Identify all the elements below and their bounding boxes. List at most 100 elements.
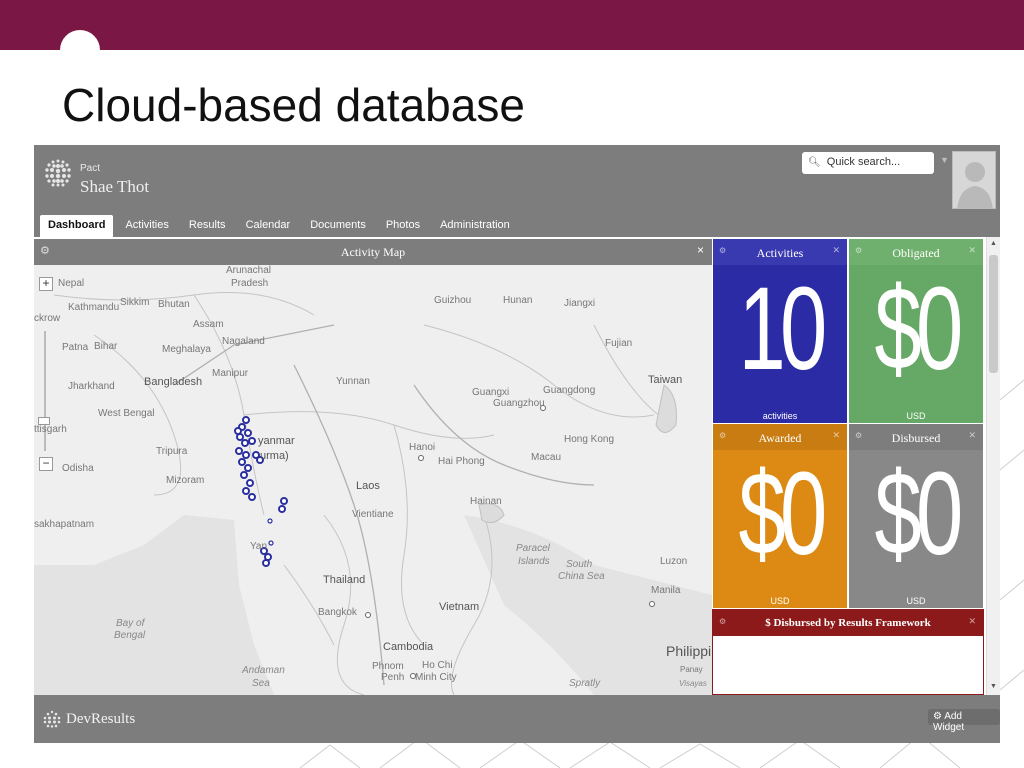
- map-zoom-in-button[interactable]: +: [39, 277, 53, 291]
- tab-administration[interactable]: Administration: [432, 215, 518, 237]
- map-label: Panay: [680, 665, 703, 674]
- globe-logo-icon: [45, 159, 71, 187]
- map-label: Arunachal: [226, 265, 272, 276]
- app-footer: DevResults ⚙ Add Widget: [34, 695, 1000, 743]
- map-label: urma): [260, 450, 289, 462]
- map-label: Bhutan: [158, 299, 190, 310]
- map-label: Hong Kong: [564, 434, 615, 445]
- footer-brand: DevResults: [66, 711, 136, 727]
- tab-photos[interactable]: Photos: [378, 215, 428, 237]
- user-avatar[interactable]: [952, 151, 996, 209]
- search-icon: 🔍︎: [808, 157, 821, 168]
- map-label: Hanoi: [409, 442, 436, 453]
- map-label: Bangkok: [318, 607, 357, 618]
- close-icon[interactable]: ✕: [968, 430, 976, 441]
- map-label: ttisgarh: [34, 424, 67, 435]
- tile-unit: USD: [906, 596, 926, 606]
- map-label: Jharkhand: [68, 381, 115, 392]
- close-icon[interactable]: ✕: [832, 245, 840, 256]
- map-label: Fujian: [605, 338, 633, 349]
- tile-value: 10: [738, 263, 827, 395]
- map-label: Odisha: [62, 463, 94, 474]
- map-label: South: [566, 559, 593, 570]
- map-label: Paracel: [516, 543, 550, 554]
- map-label: Penh: [381, 672, 405, 683]
- obligated-tile[interactable]: ⚙ Obligated ✕ $0 USD: [849, 239, 983, 423]
- slide-title: Cloud-based database: [62, 79, 525, 131]
- map-label: Manila: [651, 585, 681, 596]
- map-label: China Sea: [558, 571, 605, 582]
- tile-unit: USD: [906, 411, 926, 421]
- map-label: ckrow: [34, 313, 61, 324]
- activities-tile[interactable]: ⚙ Activities ✕ 10 activities: [713, 239, 847, 423]
- map-label: Kathmandu: [68, 302, 120, 313]
- scroll-down-arrow-icon[interactable]: ▼: [990, 683, 997, 690]
- map-zoom-out-button[interactable]: −: [39, 457, 53, 471]
- map-label: Bihar: [94, 341, 118, 352]
- map-label: Yunnan: [336, 376, 370, 387]
- map-label: Hainan: [470, 496, 502, 507]
- main-nav: Dashboard Activities Results Calendar Do…: [40, 215, 522, 237]
- add-widget-button[interactable]: ⚙ Add Widget: [928, 709, 1000, 733]
- map-label: West Bengal: [98, 408, 155, 419]
- map-label: Guizhou: [434, 295, 472, 306]
- tile-unit: activities: [762, 411, 798, 421]
- map-label: Andaman: [242, 665, 285, 676]
- quick-search-placeholder: Quick search...: [826, 156, 901, 168]
- activity-map-widget: ⚙ Activity Map × + − Arunachal Pradesh N…: [34, 239, 712, 695]
- map-label: Phnom: [372, 661, 404, 672]
- map-label: Nepal: [58, 278, 85, 289]
- map-label: Philippir: [666, 643, 712, 659]
- map-label: Hunan: [503, 295, 533, 306]
- map-label: Bengal: [114, 630, 146, 641]
- disbursed-tile[interactable]: ⚙ Disbursed ✕ $0 USD: [849, 424, 983, 608]
- tab-results[interactable]: Results: [181, 215, 234, 237]
- dashboard-workspace: ⚙ Activity Map × + − Arunachal Pradesh N…: [34, 237, 1000, 695]
- close-icon[interactable]: ×: [697, 243, 704, 257]
- activity-map-canvas[interactable]: + − Arunachal Pradesh Nepal Kathmandu Si…: [34, 265, 712, 695]
- app-window: Pact Shae Thot 🔍︎ Quick search... ▼ Dash…: [34, 145, 1000, 743]
- tab-documents[interactable]: Documents: [302, 215, 374, 237]
- vertical-scrollbar[interactable]: ▲ ▼: [986, 237, 1000, 695]
- map-label: Sikkim: [120, 297, 150, 308]
- devresults-logo-icon: [43, 710, 61, 728]
- map-label: Laos: [356, 480, 380, 492]
- tab-activities[interactable]: Activities: [117, 215, 176, 237]
- scroll-up-arrow-icon[interactable]: ▲: [990, 240, 997, 247]
- org-parent-label: Pact: [80, 163, 101, 174]
- tile-value: $0: [874, 263, 963, 395]
- tab-calendar[interactable]: Calendar: [238, 215, 299, 237]
- scrollbar-thumb[interactable]: [989, 255, 998, 373]
- tab-dashboard[interactable]: Dashboard: [40, 215, 114, 237]
- map-label: Pradesh: [231, 278, 269, 289]
- user-menu-caret-icon[interactable]: ▼: [940, 155, 949, 165]
- map-label: Bay of: [116, 618, 145, 629]
- map-label: Tripura: [156, 446, 188, 457]
- tile-unit: USD: [770, 596, 790, 606]
- close-icon[interactable]: ✕: [968, 245, 976, 256]
- close-icon[interactable]: ✕: [968, 616, 976, 627]
- avatar-silhouette-icon: [957, 162, 993, 208]
- map-label: Assam: [193, 319, 224, 330]
- map-label: Yan: [250, 541, 268, 552]
- activity-map-title: Activity Map: [340, 245, 406, 259]
- awarded-tile[interactable]: ⚙ Awarded ✕ $0 USD: [713, 424, 847, 608]
- map-label: Mizoram: [166, 475, 205, 486]
- close-icon[interactable]: ✕: [832, 430, 840, 441]
- tile-value: $0: [738, 448, 827, 580]
- map-label: Bangladesh: [144, 376, 203, 388]
- results-widget-header: ⚙ $ Disbursed by Results Framework ✕: [713, 610, 983, 636]
- map-label: yanmar: [258, 435, 295, 447]
- quick-search-input[interactable]: 🔍︎ Quick search...: [802, 152, 934, 174]
- map-label: Thailand: [323, 574, 366, 586]
- results-widget-title: $ Disbursed by Results Framework: [765, 617, 931, 629]
- map-label: Ho Chi: [422, 660, 453, 671]
- map-label: Visayas: [679, 679, 707, 688]
- map-label: Guangzhou: [493, 398, 545, 409]
- map-label: Patna: [62, 342, 89, 353]
- map-label: Macau: [531, 452, 562, 463]
- map-label: Luzon: [660, 556, 688, 567]
- map-label: Minh City: [415, 672, 457, 683]
- map-label: Vietnam: [439, 601, 480, 613]
- map-label: Jiangxi: [564, 298, 596, 309]
